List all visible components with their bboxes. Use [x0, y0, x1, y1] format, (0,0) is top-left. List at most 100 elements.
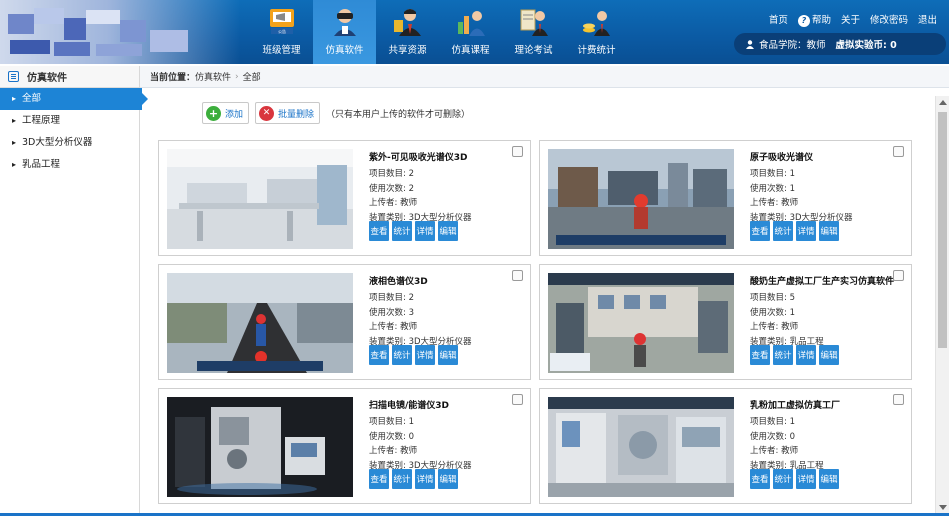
- detail-button[interactable]: 详情: [415, 221, 435, 241]
- nav-class-management[interactable]: 公告 班级管理: [250, 0, 313, 64]
- card-checkbox[interactable]: [893, 146, 904, 157]
- software-thumbnail[interactable]: [167, 273, 353, 373]
- edit-button[interactable]: 编辑: [438, 221, 458, 241]
- sidebar-item-3d-analytical-instruments[interactable]: 3D大型分析仪器: [0, 132, 139, 154]
- change-password-link[interactable]: 修改密码: [870, 12, 908, 27]
- card-usage: 使用次数: 1: [750, 183, 795, 194]
- main-content: + 添加 ✕ 批量删除 （只有本用户上传的软件才可删除） 紫外-可见吸收光谱仪3…: [150, 96, 930, 516]
- help-link[interactable]: ? 帮助: [797, 12, 831, 27]
- stats-button[interactable]: 统计: [392, 221, 412, 241]
- card-count: 项目数目: 1: [750, 169, 795, 179]
- scroll-up-icon[interactable]: [939, 100, 947, 105]
- close-icon: ✕: [259, 105, 275, 121]
- main-nav: 公告 班级管理 仿真软件 共享资源 仿真课程 理论考试 计费统计: [250, 0, 628, 64]
- toolbar: + 添加 ✕ 批量删除 （只有本用户上传的软件才可删除）: [150, 96, 930, 130]
- card-usage: 使用次数: 2: [369, 183, 414, 194]
- card-checkbox[interactable]: [512, 146, 523, 157]
- nav-label: 共享资源: [388, 45, 427, 56]
- nav-simulation-software[interactable]: 仿真软件: [313, 0, 376, 64]
- sidebar-item-engineering-principles[interactable]: 工程原理: [0, 110, 139, 132]
- stats-button[interactable]: 统计: [392, 469, 412, 489]
- stats-button[interactable]: 统计: [773, 345, 793, 365]
- nav-simulation-courses[interactable]: 仿真课程: [439, 0, 502, 64]
- detail-button[interactable]: 详情: [796, 345, 816, 365]
- card-title[interactable]: 紫外-可见吸收光谱仪3D: [369, 151, 524, 167]
- vertical-scrollbar[interactable]: [935, 96, 949, 516]
- home-link[interactable]: 首页: [769, 12, 788, 27]
- batch-delete-label: 批量删除: [278, 109, 315, 120]
- view-button[interactable]: 查看: [369, 469, 389, 489]
- stats-button[interactable]: 统计: [392, 345, 412, 365]
- batch-delete-button[interactable]: ✕ 批量删除: [255, 102, 321, 124]
- scrollbar-thumb[interactable]: [938, 112, 947, 348]
- software-thumbnail[interactable]: [167, 149, 353, 249]
- card-actions: 查看 统计 详情 编辑: [369, 345, 458, 365]
- sidebar-item-all[interactable]: 全部: [0, 88, 148, 110]
- add-button[interactable]: + 添加: [202, 102, 250, 124]
- detail-button[interactable]: 详情: [415, 469, 435, 489]
- stats-button[interactable]: 统计: [773, 221, 793, 241]
- card-count: 项目数目: 1: [369, 417, 414, 427]
- card-uploader: 上传者: 教师: [750, 446, 799, 456]
- svg-text:公告: 公告: [278, 28, 286, 34]
- software-card: 乳粉加工虚拟仿真工厂 项目数目: 1 使用次数: 0 上传者: 教师 装置类别:…: [539, 388, 912, 504]
- detail-button[interactable]: 详情: [796, 469, 816, 489]
- sidebar-item-dairy-engineering[interactable]: 乳品工程: [0, 154, 139, 176]
- breadcrumb-item[interactable]: 仿真软件: [195, 70, 231, 83]
- card-count: 项目数目: 5: [750, 293, 795, 303]
- software-card: 紫外-可见吸收光谱仪3D 项目数目: 2 使用次数: 2 上传者: 教师 装置类…: [158, 140, 531, 256]
- software-card: 原子吸收光谱仪 项目数目: 1 使用次数: 1 上传者: 教师 装置类别: 3D…: [539, 140, 912, 256]
- site-logo: [0, 0, 240, 64]
- nav-billing-stats[interactable]: 计费统计: [565, 0, 628, 64]
- card-info: 紫外-可见吸收光谱仪3D 项目数目: 2 使用次数: 2 上传者: 教师 装置类…: [369, 151, 524, 225]
- card-title[interactable]: 乳粉加工虚拟仿真工厂: [750, 399, 905, 415]
- view-button[interactable]: 查看: [369, 221, 389, 241]
- view-button[interactable]: 查看: [750, 469, 770, 489]
- nav-theory-exam[interactable]: 理论考试: [502, 0, 565, 64]
- software-thumbnail[interactable]: [167, 397, 353, 497]
- edit-button[interactable]: 编辑: [819, 345, 839, 365]
- card-info: 原子吸收光谱仪 项目数目: 1 使用次数: 1 上传者: 教师 装置类别: 3D…: [750, 151, 905, 225]
- view-button[interactable]: 查看: [369, 345, 389, 365]
- card-actions: 查看 统计 详情 编辑: [750, 345, 839, 365]
- card-usage: 使用次数: 1: [750, 307, 795, 318]
- view-button[interactable]: 查看: [750, 221, 770, 241]
- edit-button[interactable]: 编辑: [438, 469, 458, 489]
- card-actions: 查看 统计 详情 编辑: [750, 469, 839, 489]
- card-count: 项目数目: 1: [750, 417, 795, 427]
- card-checkbox[interactable]: [893, 270, 904, 281]
- edit-button[interactable]: 编辑: [438, 345, 458, 365]
- card-checkbox[interactable]: [512, 394, 523, 405]
- card-uploader: 上传者: 教师: [369, 322, 418, 332]
- software-card: 酸奶生产虚拟工厂生产实习仿真软件 项目数目: 5 使用次数: 1 上传者: 教师…: [539, 264, 912, 380]
- card-usage: 使用次数: 3: [369, 307, 414, 318]
- software-card: 扫描电镜/能谱仪3D 项目数目: 1 使用次数: 0 上传者: 教师 装置类别:…: [158, 388, 531, 504]
- software-thumbnail[interactable]: [548, 149, 734, 249]
- detail-button[interactable]: 详情: [796, 221, 816, 241]
- user-role: 食品学院：教师: [759, 40, 826, 51]
- card-title[interactable]: 扫描电镜/能谱仪3D: [369, 399, 524, 415]
- stats-button[interactable]: 统计: [773, 469, 793, 489]
- card-actions: 查看 统计 详情 编辑: [369, 221, 458, 241]
- software-card: 液相色谱仪3D 项目数目: 2 使用次数: 3 上传者: 教师 装置类别: 3D…: [158, 264, 531, 380]
- edit-button[interactable]: 编辑: [819, 469, 839, 489]
- view-button[interactable]: 查看: [750, 345, 770, 365]
- edit-button[interactable]: 编辑: [819, 221, 839, 241]
- card-uploader: 上传者: 教师: [369, 446, 418, 456]
- card-title[interactable]: 酸奶生产虚拟工厂生产实习仿真软件: [750, 275, 905, 291]
- detail-button[interactable]: 详情: [415, 345, 435, 365]
- about-link[interactable]: 关于: [841, 12, 860, 27]
- nav-shared-resources[interactable]: 共享资源: [376, 0, 439, 64]
- card-title[interactable]: 原子吸收光谱仪: [750, 151, 905, 167]
- card-uploader: 上传者: 教师: [750, 198, 799, 208]
- card-checkbox[interactable]: [512, 270, 523, 281]
- software-thumbnail[interactable]: [548, 273, 734, 373]
- card-title[interactable]: 液相色谱仪3D: [369, 275, 524, 291]
- scroll-down-icon[interactable]: [939, 505, 947, 510]
- logout-link[interactable]: 退出: [918, 12, 937, 27]
- card-uploader: 上传者: 教师: [369, 198, 418, 208]
- card-uploader: 上传者: 教师: [750, 322, 799, 332]
- add-label: 添加: [225, 109, 244, 120]
- card-checkbox[interactable]: [893, 394, 904, 405]
- software-thumbnail[interactable]: [548, 397, 734, 497]
